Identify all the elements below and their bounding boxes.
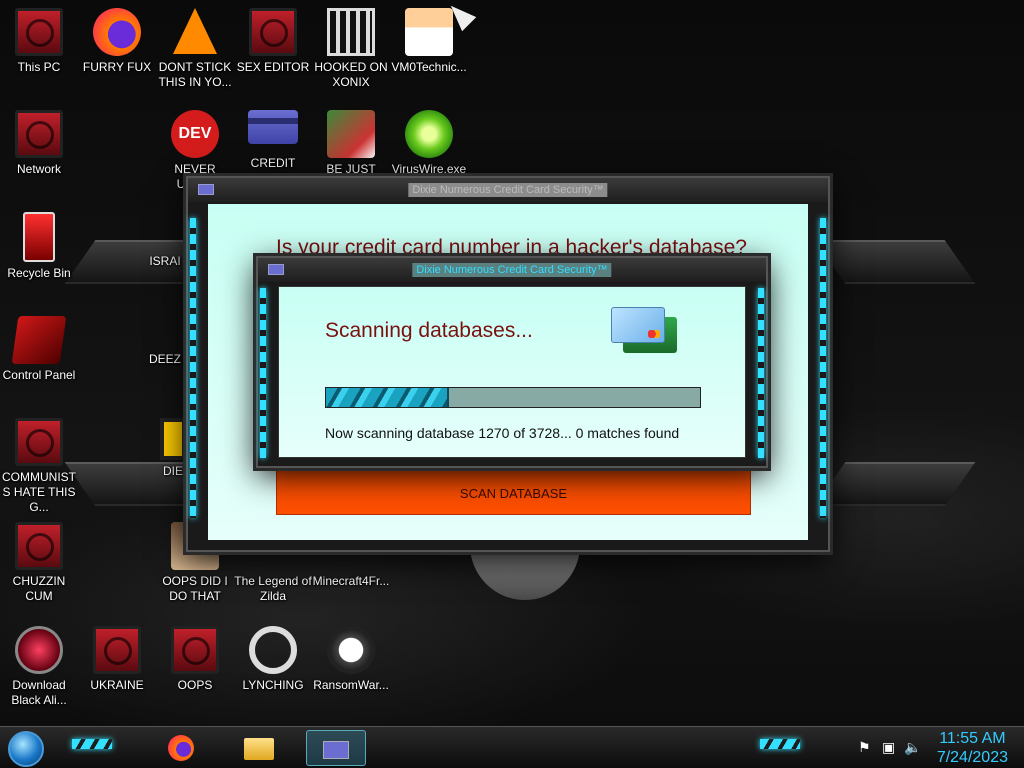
window-glow-left	[190, 218, 196, 518]
control-panel-icon	[11, 316, 67, 364]
clock-date: 7/24/2023	[936, 749, 1008, 766]
alien-monitor-icon	[249, 8, 297, 56]
desktop-icon-oops[interactable]: OOPS	[156, 626, 234, 693]
desktop-icon-israi[interactable]: ISRAI	[140, 230, 190, 269]
taskbar-glow-right	[760, 739, 800, 749]
credit-card-icon	[248, 110, 298, 144]
scan-progress-fill	[326, 388, 450, 407]
dialog-client-area: Scanning databases... Now scanning datab…	[278, 286, 746, 458]
desktop-icon-vm0technic[interactable]: VM0Technic...	[390, 8, 468, 75]
recycle-bin-icon	[23, 212, 55, 262]
desktop-icon-control-panel[interactable]: Control Panel	[0, 316, 78, 383]
monitor-icon	[15, 8, 63, 56]
partial-icon	[141, 318, 189, 348]
desktop-icon-credit-card[interactable]: CREDIT CARD	[234, 110, 312, 186]
firefox-icon	[168, 735, 194, 761]
alien-orb-icon	[15, 626, 63, 674]
scan-status-text: Now scanning database 1270 of 3728... 0 …	[325, 425, 680, 441]
elf-icon	[327, 110, 375, 158]
desktop-icon-download-black-ali[interactable]: Download Black Ali...	[0, 626, 78, 708]
scanning-dialog[interactable]: Dixie Numerous Credit Card Security™ Sca…	[256, 256, 768, 468]
alien-monitor-icon	[15, 418, 63, 466]
taskbar: ⚑ ▣ 🔈 11:55 AM 7/24/2023	[0, 726, 1024, 768]
technician-avatar-icon	[405, 8, 453, 56]
desktop-icon-ukraine[interactable]: UKRAINE	[78, 626, 156, 693]
desktop-icon-dont-stick[interactable]: DONT STICK THIS IN YO...	[156, 8, 234, 90]
desktop-icon-this-pc[interactable]: This PC	[0, 8, 78, 75]
yellow-box-icon	[160, 418, 186, 460]
desktop-icon-furry-fux[interactable]: FURRY FUX	[78, 8, 156, 75]
credit-cards-image	[611, 307, 677, 355]
start-button[interactable]	[8, 731, 44, 767]
credit-card-icon	[323, 741, 349, 759]
partial-icon	[141, 230, 189, 250]
traffic-cone-icon	[173, 8, 217, 54]
folder-icon	[244, 738, 274, 760]
wallpaper-wing-right-bottom	[814, 462, 976, 506]
dialog-glow-right	[758, 288, 764, 458]
desktop-icon-recycle-bin[interactable]: Recycle Bin	[0, 212, 78, 281]
desktop-icon-network[interactable]: Network	[0, 110, 78, 177]
skull-icon	[327, 626, 375, 674]
window-titlebar[interactable]: Dixie Numerous Credit Card Security™	[188, 178, 828, 202]
network-monitor-icon	[15, 110, 63, 158]
volume-icon[interactable]: 🔈	[904, 739, 921, 756]
dialog-titlebar[interactable]: Dixie Numerous Credit Card Security™	[258, 258, 766, 282]
taskbar-file-explorer[interactable]	[238, 730, 278, 766]
scanning-heading: Scanning databases...	[325, 319, 533, 342]
rope-icon	[249, 626, 297, 674]
desktop-icon-hooked-on-xonix[interactable]: HOOKED ON XONIX	[312, 8, 390, 90]
scan-progress-bar	[325, 387, 701, 408]
window-glow-right	[820, 218, 826, 518]
credit-card-icon	[268, 264, 284, 275]
desktop-icon-communists[interactable]: COMMUNISTS HATE THIS G...	[0, 418, 78, 515]
desktop-icon-sex-editor[interactable]: SEX EDITOR	[234, 8, 312, 75]
scan-database-button[interactable]: SCAN DATABASE	[276, 470, 751, 515]
limewire-icon	[405, 110, 453, 158]
clock-time: 11:55 AM	[939, 730, 1006, 747]
network-icon[interactable]: ▣	[882, 739, 895, 756]
system-clock[interactable]: 11:55 AM 7/24/2023	[937, 729, 1008, 767]
wallpaper-wing-right-top	[814, 240, 976, 284]
desktop-icon-lynching[interactable]: LYNCHING	[234, 626, 312, 693]
alien-monitor-icon	[93, 626, 141, 674]
maze-game-icon	[327, 8, 375, 56]
desktop-icon-deez[interactable]: DEEZ	[140, 318, 190, 367]
taskbar-firefox[interactable]	[160, 730, 200, 766]
desktop-icon-viruswire[interactable]: VirusWire.exe	[390, 110, 468, 177]
desktop-icon-chuzzin-cum[interactable]: CHUZZIN CUM	[0, 522, 78, 604]
taskbar-credit-card-app[interactable]	[306, 730, 366, 766]
credit-card-icon	[198, 184, 214, 195]
dev-cpp-icon: DEV	[171, 110, 219, 158]
alien-monitor-icon	[15, 522, 63, 570]
flag-icon[interactable]: ⚑	[858, 739, 871, 756]
dialog-glow-left	[260, 288, 266, 458]
desktop-icon-ransomware[interactable]: RansomWar...	[312, 626, 390, 693]
alien-monitor-icon	[171, 626, 219, 674]
dialog-title: Dixie Numerous Credit Card Security™	[412, 263, 612, 277]
firefox-icon	[93, 8, 141, 56]
taskbar-glow-left	[72, 739, 112, 749]
window-title: Dixie Numerous Credit Card Security™	[408, 183, 608, 197]
